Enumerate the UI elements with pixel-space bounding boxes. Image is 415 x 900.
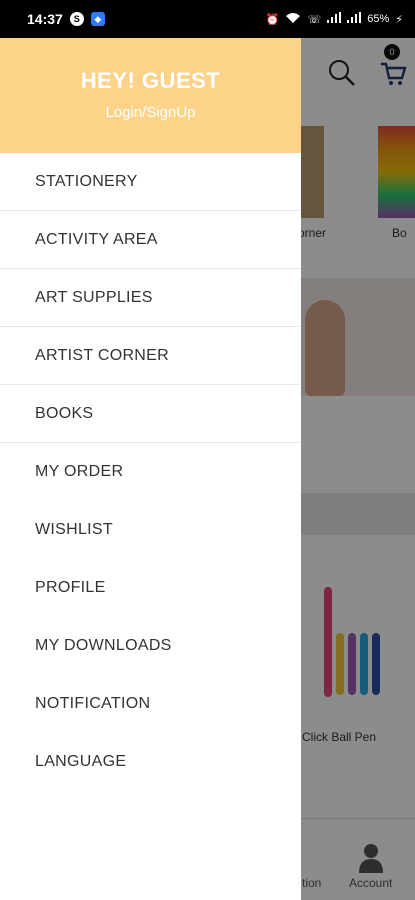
status-icons: ⏰ ☏ 65% ⚡: [266, 12, 403, 27]
wifi-icon: [285, 12, 301, 27]
drawer-header: HEY! GUEST Login/SignUp: [0, 38, 301, 153]
alarm-icon: ⏰: [265, 13, 280, 26]
menu-item-stationery[interactable]: STATIONERY: [0, 153, 301, 211]
battery-text: 65%: [367, 13, 390, 25]
navigation-drawer: HEY! GUEST Login/SignUp STATIONERY ACTIV…: [0, 38, 301, 900]
charging-icon: ⚡: [395, 13, 403, 26]
menu-item-notification[interactable]: NOTIFICATION: [0, 675, 301, 733]
signal-icon: [327, 12, 342, 26]
menu-item-books[interactable]: BOOKS: [0, 385, 301, 443]
menu-item-my-downloads[interactable]: MY DOWNLOADS: [0, 617, 301, 675]
menu-item-activity-area[interactable]: ACTIVITY AREA: [0, 211, 301, 269]
menu-item-profile[interactable]: PROFILE: [0, 559, 301, 617]
menu-item-my-order[interactable]: MY ORDER: [0, 443, 301, 501]
drawer-menu: STATIONERY ACTIVITY AREA ART SUPPLIES AR…: [0, 153, 301, 791]
volte-icon: ☏: [307, 13, 322, 26]
skype-icon: S: [69, 12, 84, 26]
menu-item-language[interactable]: LANGUAGE: [0, 733, 301, 791]
menu-item-wishlist[interactable]: WISHLIST: [0, 501, 301, 559]
status-bar: 14:37 S ◆ ⏰ ☏ 65% ⚡: [0, 0, 415, 38]
greeting-title: HEY! GUEST: [80, 68, 221, 93]
menu-item-artist-corner[interactable]: ARTIST CORNER: [0, 327, 301, 385]
signal-icon-2: [347, 12, 362, 26]
status-time: 14:37: [27, 11, 63, 27]
app-notification-icon: ◆: [90, 12, 105, 26]
menu-item-art-supplies[interactable]: ART SUPPLIES: [0, 269, 301, 327]
login-signup-link[interactable]: Login/SignUp: [105, 104, 195, 121]
